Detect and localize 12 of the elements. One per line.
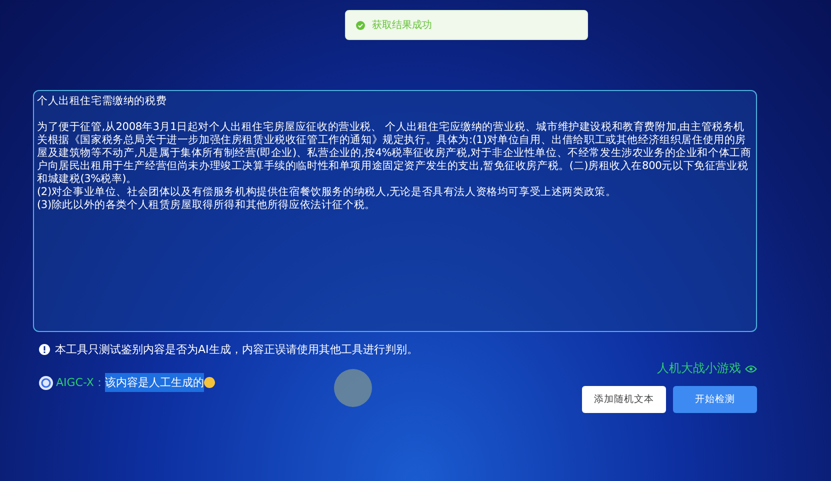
toast-text: 获取结果成功 <box>372 18 432 32</box>
result-text: 该内容是人工生成的 <box>104 373 204 392</box>
text-input-field[interactable]: 个人出租住宅需缴纳的税费 为了便于征管,从2008年3月1日起对个人出租住宅房屋应征收的营业税、 个人出租住宅应缴纳的营业税、城市维护建设税和教育费附加,由主管税务机关根据《国家税务总局关于进一步加强住房租赁业税收征管工作的通知》规定执行。具体为:(1)对单位自用、出借给职工或其他经济组织居住使用的房屋及建筑物等不动产,凡是属于集体所有制经营(即企业)、私营企业的,按4%税率征收房产税,对于非企业性单位、不经常发生涉农业务的企业和个体工商户向居民出租用于生产经营但尚未办理竣工决算手续的临时性和单项用途固定资产发生的支出,暂免征收房产税。(二)房租收入在800元以下免征营业税和城建税(3%税率)。 (2)对企事业单位、社会团体以及有偿服务机构提供住宿餐饮服务的纳税人,无论是否具有法人资格均可享受上述两类政策。 (3)除此以外的各类个人租赁房屋取得所得和其他所得应依法计征个税。 <box>33 90 757 332</box>
logo-icon <box>39 376 53 390</box>
disclaimer-text: 本工具只测试鉴别内容是否为AI生成，内容正误请使用其他工具进行判别。 <box>55 342 418 357</box>
success-icon <box>356 20 365 30</box>
eye-icon <box>745 364 757 372</box>
game-link[interactable]: 人机大战小游戏 <box>657 360 741 377</box>
cursor-highlight-icon <box>334 369 372 407</box>
add-text-button[interactable]: 添加随机文本 <box>582 386 666 413</box>
result-label: AIGC-X： <box>56 375 105 390</box>
exclamation-icon <box>39 344 50 355</box>
